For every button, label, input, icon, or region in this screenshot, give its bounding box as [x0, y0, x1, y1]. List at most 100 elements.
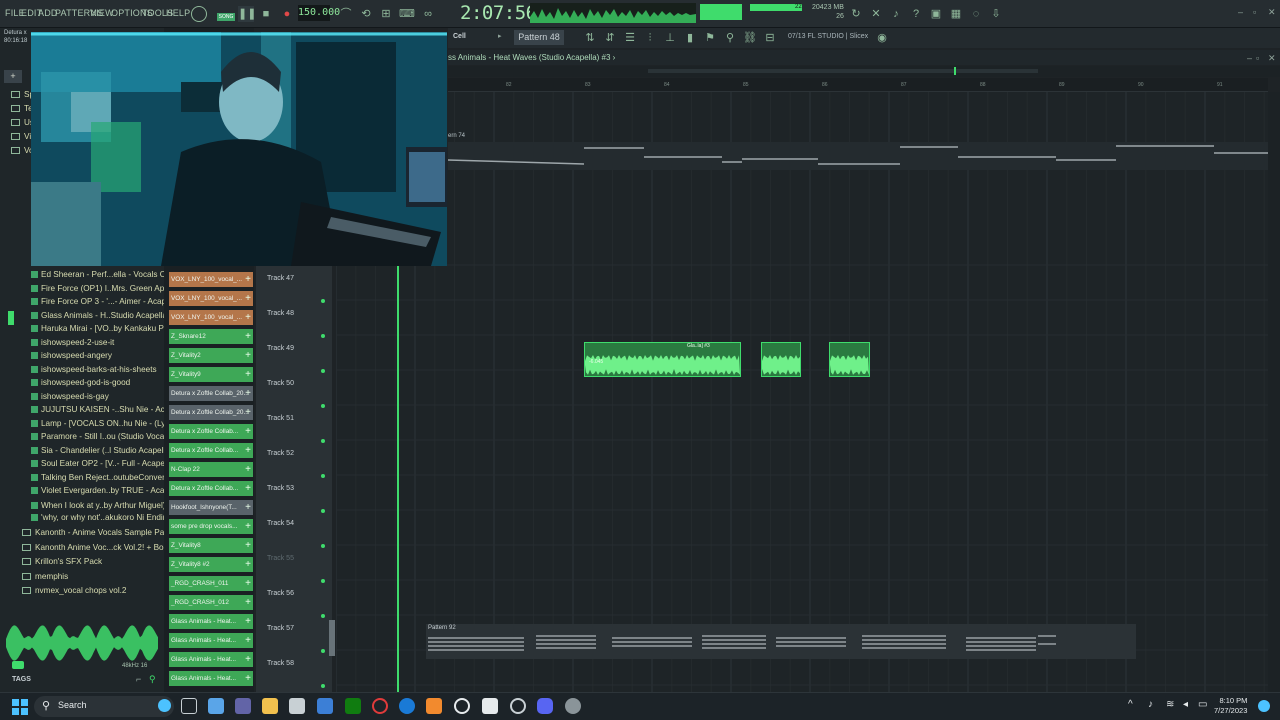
track-label[interactable]: Track 51	[267, 415, 294, 422]
tempo-display[interactable]: 150.000	[298, 5, 340, 21]
clip-source-button[interactable]: Glass Animals - Heat... +	[169, 633, 253, 648]
browser-file-item[interactable]: 'why, or why not'..akukoro Ni Ending	[0, 513, 164, 527]
piano-roll-icon[interactable]: ☰	[622, 30, 638, 46]
clip-source-button[interactable]: Glass Animals - Heat... +	[169, 652, 253, 667]
add-clip-icon[interactable]: +	[243, 614, 253, 629]
clip-source-button[interactable]: Z_Vitality8 #2 +	[169, 557, 253, 572]
cloud-app-icon[interactable]	[208, 698, 224, 714]
clip-source-button[interactable]: Detura x Zoftle Collab_20... +	[169, 405, 253, 420]
help-icon[interactable]: ?	[908, 6, 924, 22]
loop-record-icon[interactable]: ∞	[420, 6, 436, 22]
track-label[interactable]: Track 55	[267, 555, 294, 562]
add-clip-icon[interactable]: +	[243, 557, 253, 572]
add-clip-icon[interactable]: +	[243, 386, 253, 401]
track-mute-dot[interactable]	[321, 439, 325, 443]
track-label[interactable]: Track 56	[267, 590, 294, 597]
browser-folder[interactable]: memphis	[0, 572, 164, 586]
channel-rack-icon[interactable]: ⇵	[602, 30, 618, 46]
add-clip-icon[interactable]: +	[243, 443, 253, 458]
track-mute-dot[interactable]	[321, 579, 325, 583]
capcut-icon[interactable]	[482, 698, 498, 714]
browser-folder[interactable]: Kanonth Anime Voc...ck Vol.2! + Bonus	[0, 543, 177, 557]
browser-icon[interactable]: ⊥	[662, 30, 678, 46]
track-label[interactable]: Track 50	[267, 380, 294, 387]
add-clip-icon[interactable]: +	[243, 576, 253, 591]
battery-icon[interactable]: ▭	[1198, 699, 1207, 710]
browser-folder[interactable]: Krillon's SFX Pack	[0, 557, 164, 571]
metronome-icon[interactable]: ⌒	[338, 6, 354, 22]
track-mute-dot[interactable]	[321, 404, 325, 408]
settings-icon[interactable]	[565, 698, 581, 714]
add-clip-icon[interactable]: +	[243, 310, 253, 325]
add-clip-icon[interactable]: +	[243, 500, 253, 515]
online-icon[interactable]: ◉	[874, 30, 890, 46]
track-label[interactable]: Track 47	[267, 275, 294, 282]
clip-source-button[interactable]: Glass Animals - Heat... +	[169, 614, 253, 629]
browser-file-item[interactable]: When I look at y..by Arthur Miguel) ★	[0, 500, 164, 514]
track-mute-dot[interactable]	[321, 369, 325, 373]
add-clip-icon[interactable]: +	[243, 652, 253, 667]
clip-source-button[interactable]: Z_Vitality8 +	[169, 538, 253, 553]
clip-source-button[interactable]: Detura x Zoftle Collab... +	[169, 443, 253, 458]
track-label[interactable]: Track 54	[267, 520, 294, 527]
save-icon[interactable]: ▣	[928, 6, 944, 22]
browser-folder[interactable]: Kanonth - Anime Vocals Sample Pack!!	[0, 528, 177, 542]
clip-source-button[interactable]: Hookfoot_Ishnyone(T... +	[169, 500, 253, 515]
discord-icon[interactable]	[537, 698, 553, 714]
opera-icon[interactable]	[372, 698, 388, 714]
maximize-icon[interactable]: ▫	[1253, 7, 1256, 17]
track-mute-dot[interactable]	[321, 649, 325, 653]
add-clip-icon[interactable]: +	[243, 633, 253, 648]
playlist-close-icon[interactable]: ✕	[1268, 53, 1276, 64]
wifi-icon[interactable]: ≋	[1166, 699, 1174, 710]
clip-source-button[interactable]: Z_Sknare12 +	[169, 329, 253, 344]
track-label[interactable]: Track 53	[267, 485, 294, 492]
browser-file-item[interactable]: ishowspeed-god-is-good	[0, 378, 164, 392]
notification-icon[interactable]	[1258, 700, 1270, 712]
browser-file-item[interactable]: ishowspeed-angery	[0, 351, 164, 365]
clip-source-button[interactable]: VOX_LNY_100_vocal_... +	[169, 310, 253, 325]
browser-file-item[interactable]: Lamp - [VOCALS ON..hu Nie - (Lyrics)	[0, 419, 164, 433]
track-mute-dot[interactable]	[321, 509, 325, 513]
browser-file-item[interactable]: Fire Force OP 3 - '...- Aimer - Acapella	[0, 297, 164, 311]
add-clip-icon[interactable]: +	[243, 272, 253, 287]
link-icon[interactable]: ⛓	[742, 30, 758, 46]
tools-icon[interactable]: ✕	[868, 6, 884, 22]
task-view-icon[interactable]	[181, 698, 197, 714]
browser-folder[interactable]: nvmex_vocal chops vol.2	[0, 586, 164, 600]
stop-icon[interactable]: ■	[258, 6, 274, 22]
wait-input-icon[interactable]: ⟲	[358, 6, 374, 22]
track-mute-dot[interactable]	[321, 684, 325, 688]
refresh-icon[interactable]: ↻	[848, 6, 864, 22]
pattern-clip[interactable]: Pattern 92	[426, 624, 1136, 659]
taskbar-search[interactable]: ⚲	[34, 696, 174, 717]
add-clip-icon[interactable]: +	[243, 424, 253, 439]
browser-file-item[interactable]: Violet Evergarden..by TRUE - Acapella	[0, 486, 164, 500]
add-clip-icon[interactable]: +	[243, 538, 253, 553]
track-mute-dot[interactable]	[321, 334, 325, 338]
clip-source-button[interactable]: Z_Vitality2 +	[169, 348, 253, 363]
volume-icon[interactable]: ◂	[1183, 699, 1188, 710]
clip-source-button[interactable]: N-Clap 22 +	[169, 462, 253, 477]
playlist-overview-scroll[interactable]	[448, 66, 1280, 77]
pattern-selector[interactable]: Pattern 48	[514, 30, 564, 45]
playlist-icon[interactable]: ⫶	[642, 30, 658, 46]
clip-source-button[interactable]: _RGD_CRASH_011 +	[169, 576, 253, 591]
edge-icon[interactable]	[399, 698, 415, 714]
browser-file-item[interactable]: ishowspeed-2-use-it	[0, 338, 164, 352]
record-icon[interactable]: ●	[279, 6, 295, 22]
browser-file-item[interactable]: JUJUTSU KAISEN -..Shu Nie - Acapella	[0, 405, 164, 419]
add-clip-icon[interactable]: +	[243, 481, 253, 496]
playlist-grid[interactable]: ern 74 Gla..la] #3 -6.045 Pattern 92	[336, 92, 1268, 692]
tray-chevron-icon[interactable]: ^	[1128, 699, 1133, 710]
tag-edit-icon[interactable]: ⌐	[136, 674, 141, 684]
browser-file-item[interactable]: Fire Force (OP1) I..Mrs. Green Apple	[0, 284, 164, 298]
store-icon[interactable]	[289, 698, 305, 714]
track-label[interactable]: Track 52	[267, 450, 294, 457]
add-clip-icon[interactable]: +	[243, 671, 253, 686]
windows-start-icon[interactable]	[12, 699, 28, 715]
vertical-scrollbar[interactable]	[1268, 92, 1280, 692]
clip-source-button[interactable]: VOX_LNY_100_vocal_... +	[169, 272, 253, 287]
browser-file-item[interactable]: Soul Eater OP2 - [V..- Full - Acapella	[0, 459, 164, 473]
add-clip-icon[interactable]: +	[243, 462, 253, 477]
